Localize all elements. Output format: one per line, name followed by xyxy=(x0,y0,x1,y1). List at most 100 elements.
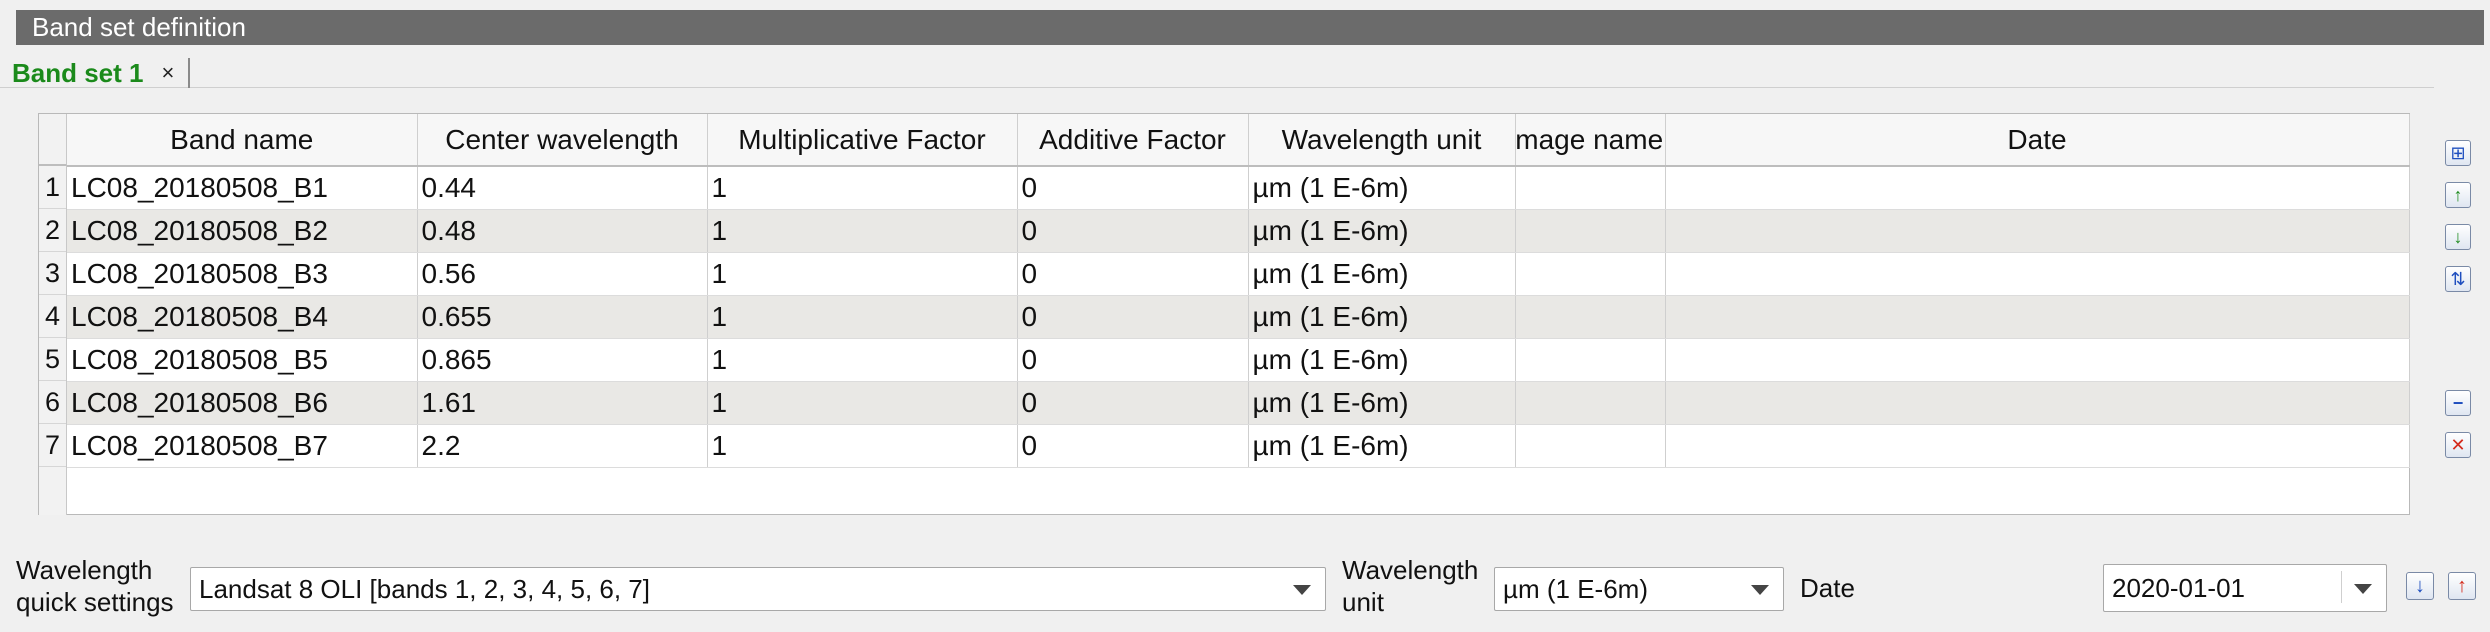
row-number[interactable]: 3 xyxy=(39,252,66,295)
clear-band-set-button[interactable]: ✕ xyxy=(2445,432,2471,458)
table-row[interactable]: LC08_20180508_B1 0.44 1 0 µm (1 E-6m) xyxy=(67,166,2410,210)
sort-by-name-icon: ⇅ xyxy=(2450,269,2466,289)
export-band-set-button[interactable]: ↑ xyxy=(2448,572,2476,600)
cell-image-name[interactable] xyxy=(1515,338,1666,382)
table-row[interactable]: LC08_20180508_B7 2.2 1 0 µm (1 E-6m) xyxy=(67,424,2410,468)
cell-center-wavelength[interactable]: 0.44 xyxy=(417,166,708,210)
cell-image-name[interactable] xyxy=(1515,424,1666,468)
add-bands-button[interactable]: ⊞ xyxy=(2445,140,2471,166)
cell-date[interactable] xyxy=(1665,295,2410,339)
table-row[interactable]: LC08_20180508_B5 0.865 1 0 µm (1 E-6m) xyxy=(67,338,2410,382)
wavelength-quick-settings-combo[interactable]: Landsat 8 OLI [bands 1, 2, 3, 4, 5, 6, 7… xyxy=(190,567,1326,611)
cell-wavelength-unit[interactable]: µm (1 E-6m) xyxy=(1248,209,1516,253)
cell-band-name[interactable]: LC08_20180508_B2 xyxy=(67,209,418,253)
cell-additive-factor[interactable]: 0 xyxy=(1017,424,1249,468)
cell-additive-factor[interactable]: 0 xyxy=(1017,209,1249,253)
row-number[interactable]: 4 xyxy=(39,295,66,338)
cell-additive-factor[interactable]: 0 xyxy=(1017,252,1249,296)
tab-band-set-1[interactable]: Band set 1 × xyxy=(0,58,191,89)
cell-center-wavelength[interactable]: 1.61 xyxy=(417,381,708,425)
remove-band-button[interactable]: − xyxy=(2445,390,2471,416)
cell-image-name[interactable] xyxy=(1515,209,1666,253)
cell-image-name[interactable] xyxy=(1515,381,1666,425)
row-number[interactable]: 7 xyxy=(39,424,66,467)
cell-wavelength-unit[interactable]: µm (1 E-6m) xyxy=(1248,424,1516,468)
tab-band-set-1-label[interactable]: Band set 1 xyxy=(12,58,144,89)
column-header-image-name[interactable]: Image name xyxy=(1515,114,1666,167)
cell-band-name[interactable]: LC08_20180508_B5 xyxy=(67,338,418,382)
wavelength-unit-label-line1: Wavelength xyxy=(1342,555,1479,585)
cell-date[interactable] xyxy=(1665,252,2410,296)
column-header-additive-factor[interactable]: Additive Factor xyxy=(1017,114,1249,167)
cell-band-name[interactable]: LC08_20180508_B3 xyxy=(67,252,418,296)
column-header-multiplicative-factor[interactable]: Multiplicative Factor xyxy=(707,114,1018,167)
column-header-center-wavelength[interactable]: Center wavelength xyxy=(417,114,708,167)
cell-image-name[interactable] xyxy=(1515,166,1666,210)
import-band-set-button[interactable]: ↓ xyxy=(2406,572,2434,600)
cell-date[interactable] xyxy=(1665,166,2410,210)
tab-close-icon[interactable]: × xyxy=(162,60,175,86)
cell-date[interactable] xyxy=(1665,338,2410,382)
chevron-down-icon[interactable] xyxy=(1751,585,1769,595)
band-set-table: 1 2 3 4 5 6 7 Band name Center wavelengt… xyxy=(38,113,2410,515)
table-row[interactable]: LC08_20180508_B6 1.61 1 0 µm (1 E-6m) xyxy=(67,381,2410,425)
cell-wavelength-unit[interactable]: µm (1 E-6m) xyxy=(1248,252,1516,296)
row-number[interactable]: 5 xyxy=(39,338,66,381)
wavelength-unit-value: µm (1 E-6m) xyxy=(1503,574,1648,604)
cell-wavelength-unit[interactable]: µm (1 E-6m) xyxy=(1248,381,1516,425)
cell-multiplicative-factor[interactable]: 1 xyxy=(707,424,1018,468)
cell-band-name[interactable]: LC08_20180508_B1 xyxy=(67,166,418,210)
band-set-tab-bar: Band set 1 × xyxy=(0,58,2434,88)
cell-additive-factor[interactable]: 0 xyxy=(1017,338,1249,382)
date-value[interactable]: 2020-01-01 xyxy=(2112,573,2245,603)
cell-multiplicative-factor[interactable]: 1 xyxy=(707,338,1018,382)
cell-center-wavelength[interactable]: 0.56 xyxy=(417,252,708,296)
cell-band-name[interactable]: LC08_20180508_B6 xyxy=(67,381,418,425)
export-arrow-icon: ↑ xyxy=(2457,574,2467,597)
cell-multiplicative-factor[interactable]: 1 xyxy=(707,252,1018,296)
cell-multiplicative-factor[interactable]: 1 xyxy=(707,381,1018,425)
column-header-date[interactable]: Date xyxy=(1665,114,2410,167)
table-row[interactable]: LC08_20180508_B4 0.655 1 0 µm (1 E-6m) xyxy=(67,295,2410,339)
move-up-button[interactable]: ↑ xyxy=(2445,182,2471,208)
add-bands-icon: ⊞ xyxy=(2450,143,2466,163)
row-number[interactable]: 6 xyxy=(39,381,66,424)
chevron-down-icon[interactable] xyxy=(1293,585,1311,595)
move-up-icon: ↑ xyxy=(2453,185,2463,205)
cell-band-name[interactable]: LC08_20180508_B4 xyxy=(67,295,418,339)
wavelength-unit-combo[interactable]: µm (1 E-6m) xyxy=(1494,567,1784,611)
cell-image-name[interactable] xyxy=(1515,295,1666,339)
cell-band-name[interactable]: LC08_20180508_B7 xyxy=(67,424,418,468)
table-row[interactable]: LC08_20180508_B3 0.56 1 0 µm (1 E-6m) xyxy=(67,252,2410,296)
cell-additive-factor[interactable]: 0 xyxy=(1017,166,1249,210)
cell-date[interactable] xyxy=(1665,424,2410,468)
table-row[interactable]: LC08_20180508_B2 0.48 1 0 µm (1 E-6m) xyxy=(67,209,2410,253)
cell-additive-factor[interactable]: 0 xyxy=(1017,295,1249,339)
date-edit[interactable]: 2020-01-01 xyxy=(2103,564,2387,612)
column-header-band-name[interactable]: Band name xyxy=(67,114,418,167)
cell-center-wavelength[interactable]: 2.2 xyxy=(417,424,708,468)
cell-date[interactable] xyxy=(1665,381,2410,425)
column-header-wavelength-unit[interactable]: Wavelength unit xyxy=(1248,114,1516,167)
wavelength-quick-settings-label: Wavelength quick settings xyxy=(16,554,174,618)
cell-multiplicative-factor[interactable]: 1 xyxy=(707,295,1018,339)
row-number[interactable]: 1 xyxy=(39,166,66,209)
sort-by-name-button[interactable]: ⇅ xyxy=(2445,266,2471,292)
row-header-column: 1 2 3 4 5 6 7 xyxy=(39,166,67,515)
cell-multiplicative-factor[interactable]: 1 xyxy=(707,166,1018,210)
cell-wavelength-unit[interactable]: µm (1 E-6m) xyxy=(1248,166,1516,210)
row-number[interactable]: 2 xyxy=(39,209,66,252)
cell-date[interactable] xyxy=(1665,209,2410,253)
wavelength-quick-settings-label-line2: quick settings xyxy=(16,587,174,617)
cell-wavelength-unit[interactable]: µm (1 E-6m) xyxy=(1248,295,1516,339)
move-down-button[interactable]: ↓ xyxy=(2445,224,2471,250)
wavelength-quick-settings-value: Landsat 8 OLI [bands 1, 2, 3, 4, 5, 6, 7… xyxy=(199,574,650,604)
calendar-dropdown-icon[interactable] xyxy=(2354,584,2372,594)
cell-center-wavelength[interactable]: 0.865 xyxy=(417,338,708,382)
cell-wavelength-unit[interactable]: µm (1 E-6m) xyxy=(1248,338,1516,382)
cell-image-name[interactable] xyxy=(1515,252,1666,296)
cell-center-wavelength[interactable]: 0.655 xyxy=(417,295,708,339)
cell-additive-factor[interactable]: 0 xyxy=(1017,381,1249,425)
cell-multiplicative-factor[interactable]: 1 xyxy=(707,209,1018,253)
cell-center-wavelength[interactable]: 0.48 xyxy=(417,209,708,253)
